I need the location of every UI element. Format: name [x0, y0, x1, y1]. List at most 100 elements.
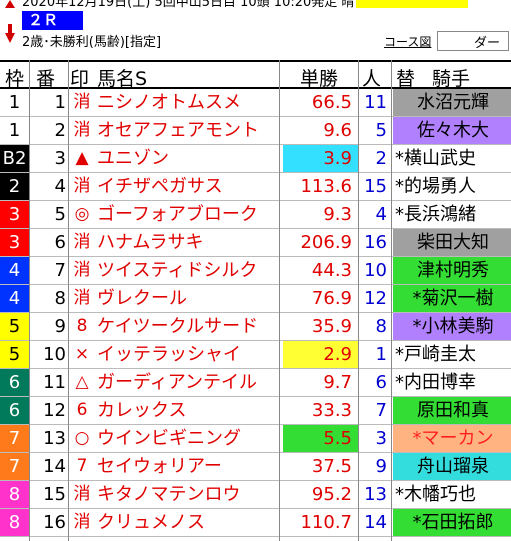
popularity-cell: 9: [375, 456, 387, 477]
popularity-cell: 8: [375, 316, 387, 337]
header-waku: 枠: [5, 68, 25, 90]
col-divider: [391, 60, 392, 541]
jockey-cell: *木幡巧也: [393, 481, 511, 508]
header-horse-name: 馬名S: [97, 68, 148, 90]
race-info-bar: 2020年12月19日(土) 5回中山5日目 10頭 10:20発走 晴 ２Ｒ …: [0, 0, 511, 60]
odds-cell: 206.9: [300, 232, 352, 253]
race-number-badge: ２Ｒ: [22, 11, 83, 30]
popularity-cell: 1: [375, 344, 387, 365]
odds-cell: 66.5: [311, 92, 352, 113]
umaban-cell: 7: [54, 260, 66, 281]
odds-cell: 5.5: [283, 425, 358, 452]
popularity-cell: 12: [364, 288, 387, 309]
horse-name[interactable]: ハナムラサキ: [97, 229, 277, 256]
prev-race-arrow-icon[interactable]: [5, 0, 15, 8]
header-jockey: 騎手: [432, 68, 471, 90]
odds-cell: 9.3: [323, 204, 352, 225]
table-row[interactable]: 3 5 ◎ ゴーフォアブローク 9.3 4 *長浜鴻緒: [0, 201, 511, 229]
waku-cell: 6: [0, 397, 29, 424]
popularity-cell: 3: [375, 428, 387, 449]
horse-name[interactable]: ゴーフォアブローク: [97, 201, 277, 228]
umaban-cell: 3: [54, 148, 66, 169]
col-divider: [358, 60, 359, 541]
waku-cell: 1: [0, 117, 29, 144]
jockey-cell: 柴田大知: [393, 229, 511, 256]
odds-cell: 9.6: [323, 120, 352, 141]
header-umaban: 番: [36, 68, 56, 90]
table-row[interactable]: 7 13 ○ ウインビギニング 5.5 3 *マーカン: [0, 425, 511, 453]
jockey-cell: *長浜鴻緒: [393, 201, 511, 228]
header-odds: 単勝: [300, 68, 339, 90]
jockey-cell: 佐々木大: [393, 117, 511, 144]
table-header: 枠 番 印 馬名S 単勝 人 替 騎手: [0, 60, 511, 90]
waku-cell: 3: [0, 229, 29, 256]
umaban-cell: 14: [43, 456, 66, 477]
horse-name[interactable]: ヴレクール: [97, 285, 277, 312]
popularity-cell: 13: [364, 484, 387, 505]
jockey-cell: *菊沢一樹: [393, 285, 511, 312]
horse-name[interactable]: オセアフェアモント: [97, 117, 277, 144]
horse-name[interactable]: ツイスティドシルク: [97, 257, 277, 284]
mark-cell: △: [75, 372, 89, 392]
odds-cell: 76.9: [311, 288, 352, 309]
mark-cell: 7: [76, 456, 88, 476]
horse-name[interactable]: カレックス: [97, 397, 277, 424]
horse-name[interactable]: ガーディアンテイル: [97, 369, 277, 396]
horse-name[interactable]: ユニゾン: [97, 145, 277, 172]
popularity-cell: 4: [375, 204, 387, 225]
mark-cell: 8: [76, 316, 88, 336]
popularity-cell: 5: [375, 120, 387, 141]
table-row[interactable]: 4 8 消ヴレクール 76.9 12 *菊沢一樹: [0, 285, 511, 313]
table-row[interactable]: 1 1 消ニシノオトムスメ 66.5 11 水沼元輝: [0, 89, 511, 117]
waku-cell: 6: [0, 369, 29, 396]
table-row[interactable]: 5 9 8 ケイツークルサード 35.9 8 *小林美駒: [0, 313, 511, 341]
table-row[interactable]: 5 10 × イッテラッシャイ 2.9 1 *戸崎圭太: [0, 341, 511, 369]
jockey-cell: *小林美駒: [393, 313, 511, 340]
umaban-cell: 16: [43, 512, 66, 533]
mark-cell: 消: [73, 512, 91, 532]
horse-name[interactable]: キタノマテンロウ: [97, 481, 277, 508]
horse-name[interactable]: セイウォリアー: [97, 453, 277, 480]
horse-name[interactable]: ウインビギニング: [97, 425, 277, 452]
horse-name[interactable]: ケイツークルサード: [97, 313, 277, 340]
table-row[interactable]: 6 12 6 カレックス 33.3 7 原田和真: [0, 397, 511, 425]
odds-cell: 95.2: [311, 484, 352, 505]
header-change: 替: [396, 68, 416, 90]
mark-cell: 消: [73, 232, 91, 252]
course-map-link[interactable]: コース図: [384, 33, 431, 50]
jockey-cell: *戸崎圭太: [393, 341, 511, 368]
mark-cell: ×: [74, 344, 90, 364]
table-row[interactable]: 4 7 消ツイスティドシルク 44.3 10 津村明秀: [0, 257, 511, 285]
table-row[interactable]: 7 14 7 セイウォリアー 37.5 9 舟山瑠泉: [0, 453, 511, 481]
waku-cell: B2: [0, 145, 29, 172]
mark-cell: 消: [73, 120, 91, 140]
table-row[interactable]: 1 2 消オセアフェアモント 9.6 5 佐々木大: [0, 117, 511, 145]
table-row[interactable]: 8 16 消クリュメノス 110.7 14 *石田拓郎: [0, 509, 511, 537]
jockey-cell: *石田拓郎: [393, 509, 511, 536]
horse-name[interactable]: ニシノオトムスメ: [97, 89, 277, 116]
horse-name[interactable]: イッテラッシャイ: [97, 341, 277, 368]
odds-cell: 110.7: [300, 512, 352, 533]
table-row[interactable]: 8 15 消キタノマテンロウ 95.2 13 *木幡巧也: [0, 481, 511, 509]
table-row[interactable]: 6 11 △ ガーディアンテイル 9.7 6 *内田博幸: [0, 369, 511, 397]
umaban-cell: 1: [54, 92, 66, 113]
popularity-cell: 16: [364, 232, 387, 253]
umaban-cell: 5: [54, 204, 66, 225]
waku-cell: 8: [0, 509, 29, 536]
table-row[interactable]: 3 6 消ハナムラサキ 206.9 16 柴田大知: [0, 229, 511, 257]
popularity-cell: 2: [375, 148, 387, 169]
jockey-cell: 津村明秀: [393, 257, 511, 284]
waku-cell: 4: [0, 257, 29, 284]
course-select[interactable]: ダー: [437, 31, 509, 51]
col-divider: [68, 60, 69, 541]
waku-cell: 4: [0, 285, 29, 312]
table-row[interactable]: B2 3 ▲ ユニゾン 3.9 2 *横山武史: [0, 145, 511, 173]
horse-name[interactable]: イチザペガサス: [97, 173, 277, 200]
table-row[interactable]: 2 4 消イチザペガサス 113.6 15 *的場勇人: [0, 173, 511, 201]
umaban-cell: 15: [43, 484, 66, 505]
horse-name[interactable]: クリュメノス: [97, 509, 277, 536]
col-divider: [29, 60, 30, 541]
waku-cell: 3: [0, 201, 29, 228]
next-race-arrow-icon[interactable]: [5, 33, 15, 43]
mark-cell: ○: [74, 428, 90, 448]
